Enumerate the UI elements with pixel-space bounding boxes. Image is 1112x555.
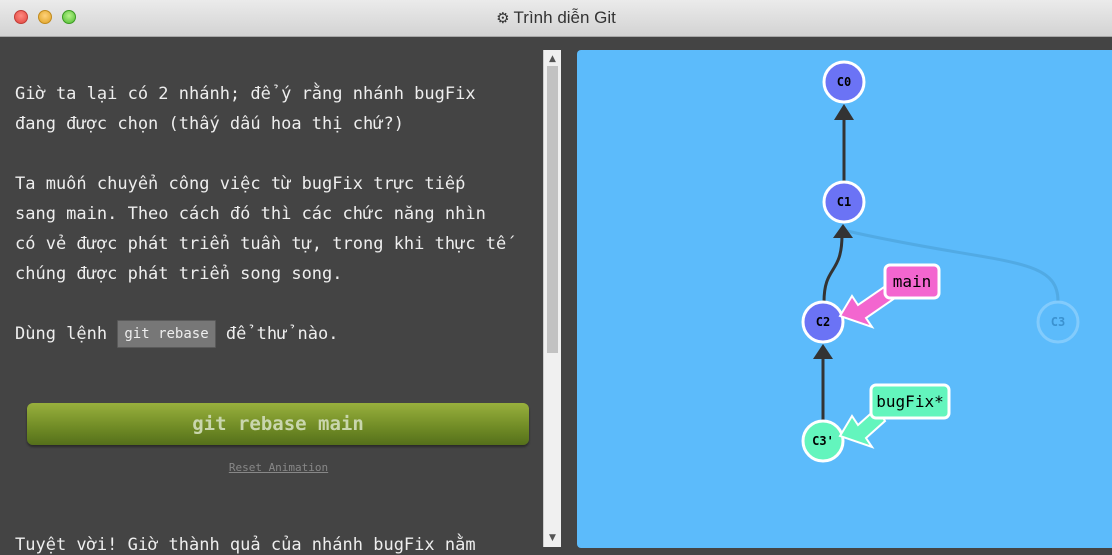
- commit-c3-prime[interactable]: C3': [801, 419, 845, 463]
- run-command-button[interactable]: git rebase main: [27, 403, 529, 445]
- instruction-paragraph-1: Giờ ta lại có 2 nhánh; để ý rằng nhánh b…: [15, 84, 476, 134]
- instruction-paragraph-4: Tuyệt vời! Giờ thành quả của nhánh bugFi…: [15, 535, 476, 555]
- commit-label: C0: [837, 75, 851, 89]
- commit-c3-faded[interactable]: C3: [1036, 300, 1080, 344]
- window-title-text: Trình diễn Git: [513, 8, 616, 27]
- edge-arrowhead: [813, 344, 833, 359]
- instruction-paragraph-2: Ta muốn chuyển công việc từ bugFix trực …: [15, 174, 507, 284]
- branch-label: main: [893, 272, 932, 291]
- branch-bugfix[interactable]: bugFix*: [838, 383, 951, 449]
- inline-code: git rebase: [117, 320, 216, 348]
- instructions-panel: Giờ ta lại có 2 nhánh; để ý rằng nhánh b…: [0, 38, 543, 555]
- gear-icon: ⚙: [496, 10, 510, 27]
- scroll-up-arrow-icon[interactable]: ▲: [544, 52, 561, 66]
- window-title: ⚙ Trình diễn Git: [0, 8, 1112, 28]
- edge-arrowhead: [834, 104, 854, 120]
- branch-label: bugFix*: [876, 392, 943, 411]
- git-graph-svg: C0 C1 C2 C3 C3' main bugFix*: [801, 60, 1080, 463]
- git-graph-canvas: C0 C1 C2 C3 C3' main bugFix*: [577, 50, 1112, 548]
- scroll-thumb[interactable]: [547, 66, 558, 353]
- commit-c1[interactable]: C1: [822, 180, 866, 224]
- window-titlebar: ⚙ Trình diễn Git: [0, 0, 1112, 37]
- commit-label: C3': [812, 434, 834, 448]
- commit-c2[interactable]: C2: [801, 300, 845, 344]
- branch-main[interactable]: main: [838, 263, 941, 329]
- instructions-scrollbar[interactable]: ▲ ▼: [543, 50, 561, 547]
- scroll-down-arrow-icon[interactable]: ▼: [544, 531, 561, 545]
- edge-c2-c1: [822, 234, 844, 303]
- commit-label: C1: [837, 195, 851, 209]
- instruction-text: Dùng lệnh: [15, 324, 118, 344]
- commit-c0[interactable]: C0: [822, 60, 866, 104]
- commit-label: C2: [816, 315, 830, 329]
- reset-animation-link[interactable]: Reset Animation: [0, 461, 543, 474]
- instruction-text: để thử nào.: [215, 324, 339, 344]
- instruction-paragraph-3: Dùng lệnh git rebase để thử nào.: [15, 319, 543, 349]
- commit-label: C3: [1051, 315, 1065, 329]
